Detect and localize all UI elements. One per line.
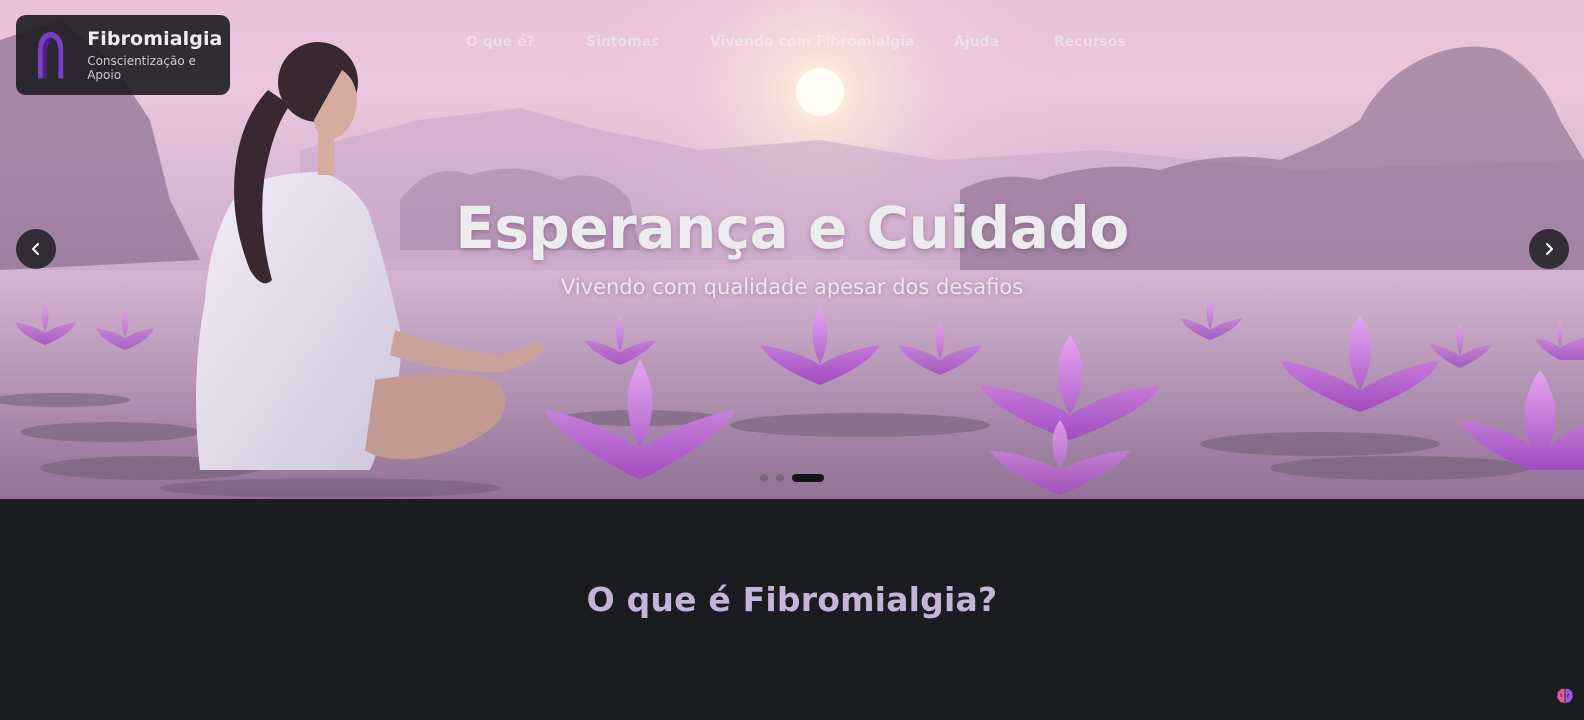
carousel-dot[interactable]: [776, 474, 784, 482]
nav-link-ajuda[interactable]: Ajuda: [954, 34, 999, 50]
section-title: O que é Fibromialgia?: [586, 580, 998, 619]
brand-tagline: Conscientização e Apoio: [87, 54, 196, 82]
carousel-title: Esperança e Cuidado: [455, 194, 1129, 262]
nav-link-o-que-e[interactable]: O que é?: [466, 34, 535, 50]
carousel-next-button[interactable]: [1529, 229, 1569, 269]
carousel-dot[interactable]: [760, 474, 768, 482]
chevron-left-icon: [32, 243, 39, 255]
hero-carousel: Fibromialgia Conscientização e Apoio O q…: [0, 0, 1584, 499]
nav-link-recursos[interactable]: Recursos: [1054, 34, 1126, 50]
brand-name: Fibromialgia: [87, 28, 223, 50]
brain-icon[interactable]: [1555, 686, 1575, 706]
carousel-prev-button[interactable]: [16, 229, 56, 269]
carousel-dot-active[interactable]: [792, 474, 824, 482]
nav-link-sintomas[interactable]: Sintomas: [586, 34, 660, 50]
ribbon-icon: [37, 31, 64, 79]
carousel-indicators: [760, 474, 824, 482]
brand-logo-card[interactable]: Fibromialgia Conscientização e Apoio: [16, 15, 230, 95]
carousel-subtitle: Vivendo com qualidade apesar dos desafio…: [560, 275, 1024, 299]
chevron-right-icon: [1546, 243, 1553, 255]
nav-link-vivendo[interactable]: Vivendo com Fibromialgia: [710, 34, 915, 50]
